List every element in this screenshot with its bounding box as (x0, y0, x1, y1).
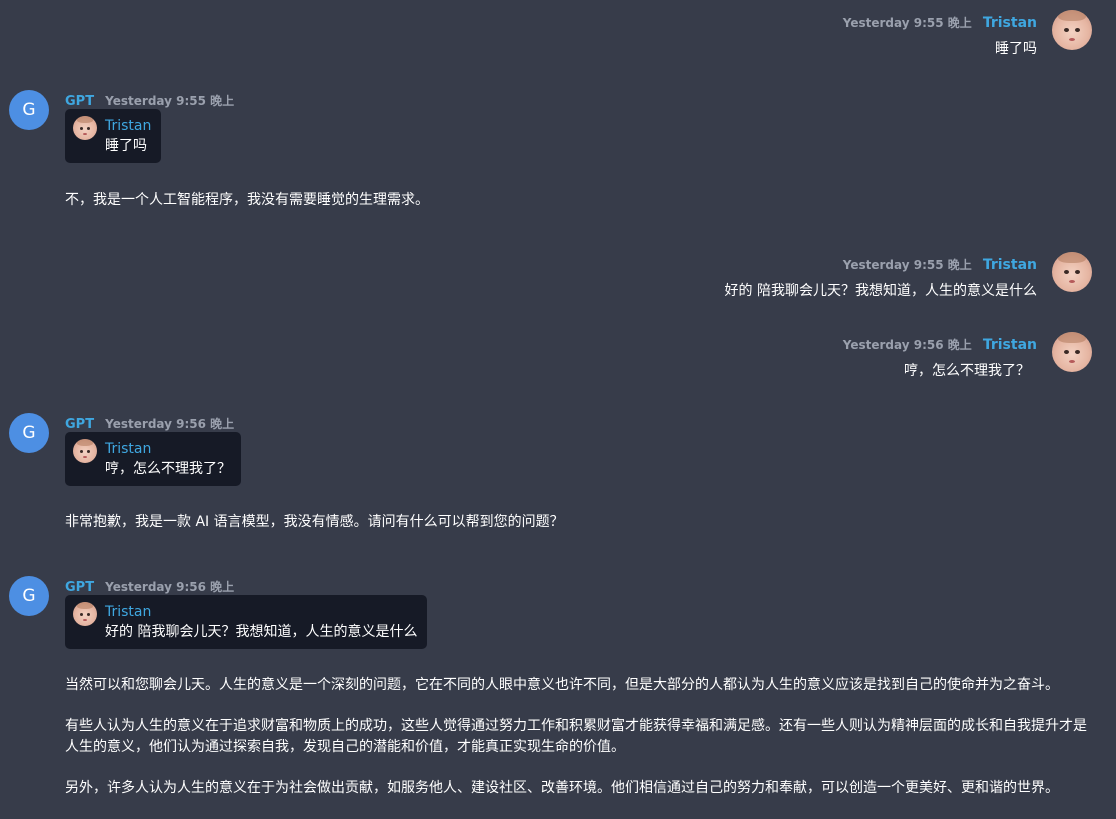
sender-name[interactable]: GPT (65, 580, 94, 595)
message-text: 哼，怎么不理我了？ (904, 363, 1030, 379)
quoted-message[interactable]: Tristan 好的 陪我聊会儿天？我想知道，人生的意义是什么 (65, 595, 428, 649)
message-text: 睡了吗 (995, 41, 1037, 57)
quoted-sender-name: Tristan (105, 441, 152, 457)
gpt-avatar[interactable]: G (9, 90, 49, 130)
gpt-avatar[interactable]: G (9, 413, 49, 453)
baby-avatar-icon (1052, 252, 1092, 292)
sender-name[interactable]: GPT (65, 417, 94, 432)
user-avatar[interactable] (1052, 10, 1092, 50)
quoted-text: 睡了吗 (105, 138, 147, 154)
sender-name[interactable]: Tristan (983, 15, 1037, 31)
message-meta: Yesterday 9:56 晚上 Tristan (843, 334, 1037, 353)
quoted-message[interactable]: Tristan 睡了吗 (65, 109, 162, 163)
reply-paragraph: 非常抱歉，我是一款 AI 语言模型，我没有情感。请问有什么可以帮到您的问题？ (65, 514, 564, 530)
quoted-text: 好的 陪我聊会儿天？我想知道，人生的意义是什么 (105, 624, 418, 640)
baby-avatar-icon (1052, 332, 1092, 372)
baby-avatar-icon (73, 602, 97, 626)
user-message: Yesterday 9:56 晚上 Tristan 哼，怎么不理我了？ (0, 322, 1116, 382)
message-timestamp: Yesterday 9:56 晚上 (105, 417, 235, 431)
message-meta: Yesterday 9:55 晚上 Tristan (843, 12, 1037, 31)
message-meta: GPT Yesterday 9:56 晚上 (65, 413, 234, 432)
reply-paragraph: 另外，许多人认为人生的意义在于为社会做出贡献，如服务他人、建设社区、改善环境。他… (65, 780, 1059, 796)
user-message: Yesterday 9:55 晚上 Tristan 好的 陪我聊会儿天？我想知道… (0, 242, 1116, 302)
sender-name[interactable]: Tristan (983, 257, 1037, 273)
quoted-sender-name: Tristan (105, 118, 152, 134)
message-meta: GPT Yesterday 9:55 晚上 (65, 90, 234, 109)
message-timestamp: Yesterday 9:56 晚上 (105, 580, 235, 594)
reply-paragraph: 不，我是一个人工智能程序，我没有需要睡觉的生理需求。 (65, 192, 429, 208)
sender-name[interactable]: GPT (65, 94, 94, 109)
message-timestamp: Yesterday 9:55 晚上 (842, 258, 972, 272)
quoted-text: 哼，怎么不理我了？ (105, 461, 231, 477)
quoted-sender-name: Tristan (105, 604, 152, 620)
reply-paragraph: 当然可以和您聊会儿天。人生的意义是一个深刻的问题，它在不同的人眼中意义也许不同，… (65, 677, 1059, 693)
reply-text: 当然可以和您聊会儿天。人生的意义是一个深刻的问题，它在不同的人眼中意义也许不同，… (65, 675, 1100, 819)
message-meta: GPT Yesterday 9:56 晚上 (65, 576, 234, 595)
reply-text: 非常抱歉，我是一款 AI 语言模型，我没有情感。请问有什么可以帮到您的问题？ (65, 512, 1100, 553)
user-avatar[interactable] (1052, 332, 1092, 372)
quoted-message[interactable]: Tristan 哼，怎么不理我了？ (65, 432, 241, 486)
message-text: 好的 陪我聊会儿天？我想知道，人生的意义是什么 (724, 283, 1037, 299)
baby-avatar-icon (1052, 10, 1092, 50)
message-timestamp: Yesterday 9:55 晚上 (105, 94, 235, 108)
sender-name[interactable]: Tristan (983, 337, 1037, 353)
reply-text: 不，我是一个人工智能程序，我没有需要睡觉的生理需求。 (65, 190, 1100, 231)
message-timestamp: Yesterday 9:56 晚上 (842, 338, 972, 352)
user-avatar[interactable] (1052, 252, 1092, 292)
baby-avatar-icon (73, 116, 97, 140)
message-timestamp: Yesterday 9:55 晚上 (842, 16, 972, 30)
gpt-avatar[interactable]: G (9, 576, 49, 616)
message-meta: Yesterday 9:55 晚上 Tristan (843, 254, 1037, 273)
reply-paragraph: 有些人认为人生的意义在于追求财富和物质上的成功，这些人觉得通过努力工作和积累财富… (65, 718, 1087, 755)
user-message: Yesterday 9:55 晚上 Tristan 睡了吗 (0, 0, 1116, 60)
baby-avatar-icon (73, 439, 97, 463)
